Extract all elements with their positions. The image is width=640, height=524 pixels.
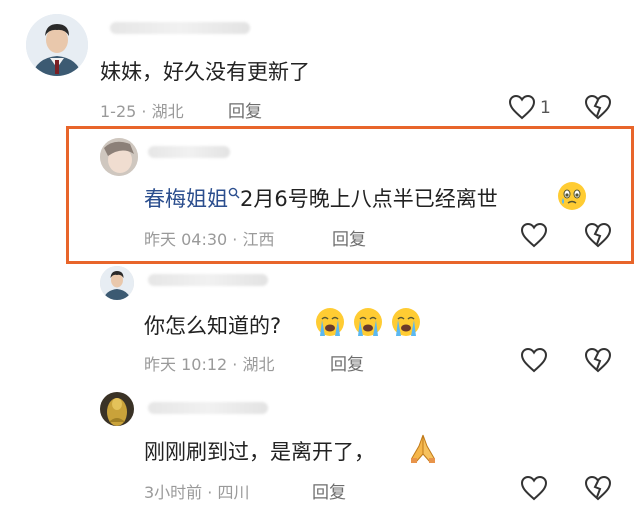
heart-icon[interactable] [508,94,536,120]
avatar[interactable] [26,14,88,76]
comment-text: 妹妹，好久没有更新了 [100,60,310,84]
search-icon[interactable] [228,187,240,199]
broken-heart-icon[interactable] [584,94,612,120]
avatar[interactable] [100,266,134,300]
broken-heart-icon[interactable] [584,475,612,501]
username-blurred[interactable] [110,22,250,34]
golden-statue-avatar [100,392,134,426]
uniform-man-avatar [26,14,88,76]
comment-meta: 昨天 04:30 · 江西 [144,230,275,249]
reply-button[interactable]: 回复 [228,97,262,122]
heart-icon[interactable] [520,475,548,501]
reply-button[interactable]: 回复 [312,478,346,503]
username-blurred[interactable] [148,402,268,414]
reply-button[interactable]: 回复 [332,225,366,250]
comment-text-row: 春梅姐姐 2月6号晚上八点半已经离世 [144,183,498,213]
heart-icon[interactable] [520,222,548,248]
username-blurred[interactable] [148,274,268,286]
username-blurred[interactable] [148,146,230,158]
comment-meta: 3小时前 · 四川 [144,483,250,502]
mention-link[interactable]: 春梅姐姐 [144,187,228,211]
comment-meta: 昨天 10:12 · 湖北 [144,355,275,374]
broken-heart-icon[interactable] [584,347,612,373]
comment-meta: 1-25 · 湖北 [100,102,184,121]
reply-button[interactable]: 回复 [330,350,364,375]
comment-text: 你怎么知道的? [144,314,282,338]
avatar[interactable] [100,138,138,176]
avatar[interactable] [100,392,134,426]
uniform-man-avatar [100,266,134,300]
baby-avatar [100,138,138,176]
broken-heart-icon[interactable] [584,222,612,248]
folded-hands-emoji [406,432,440,464]
crying-face-emoji [556,180,588,212]
comment-text: 刚刚刷到过，是离开了， [144,440,375,464]
comment-text: 2月6号晚上八点半已经离世 [240,187,498,211]
like-count: 1 [540,98,551,118]
heart-icon[interactable] [520,347,548,373]
loudly-crying-face-emoji [314,306,422,338]
